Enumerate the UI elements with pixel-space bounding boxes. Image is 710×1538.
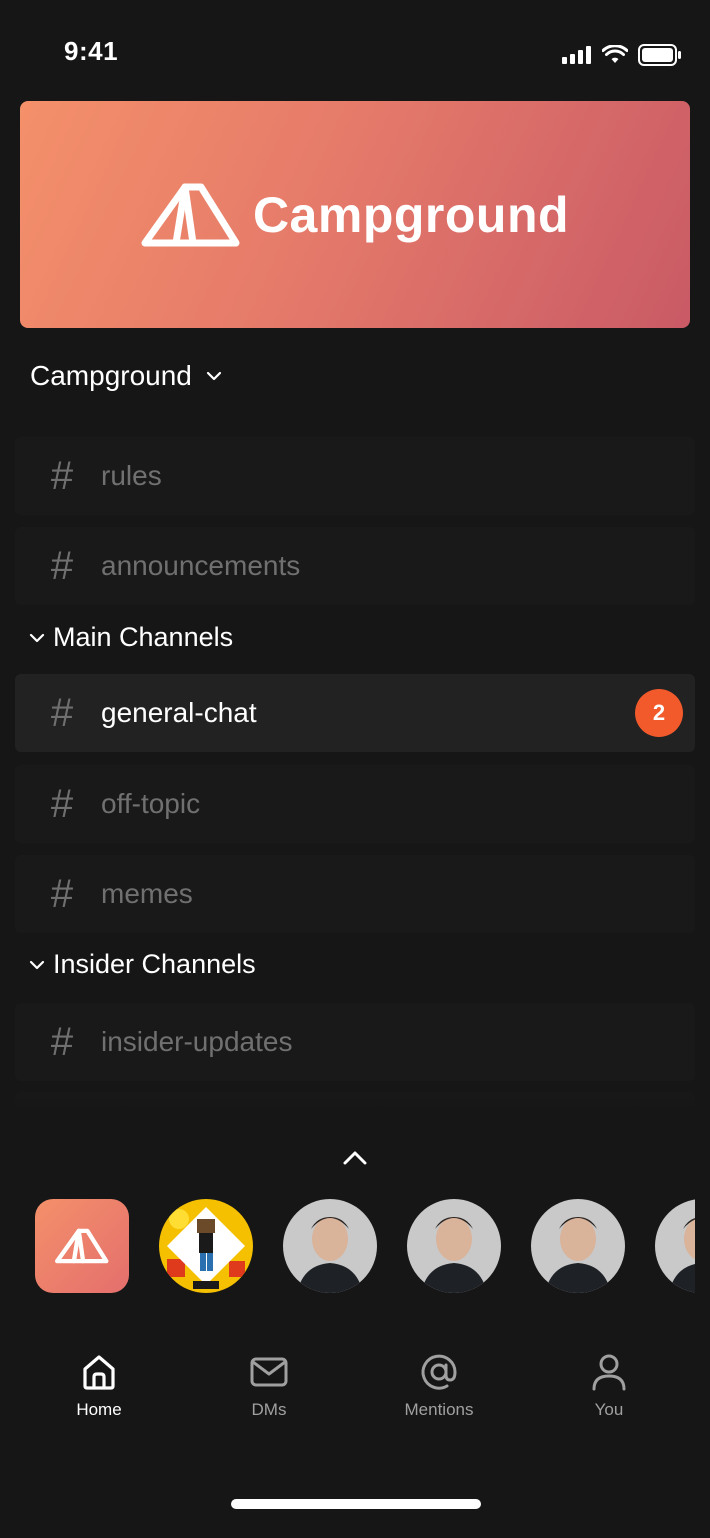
unread-badge: 2	[635, 689, 683, 737]
hash-icon: #	[50, 1020, 74, 1064]
tab-label: You	[594, 1400, 624, 1419]
chevron-up-icon[interactable]	[340, 1145, 370, 1169]
tab-home[interactable]: Home	[29, 1352, 169, 1420]
server-icon-user-1[interactable]	[283, 1199, 377, 1293]
tab-you[interactable]: You	[539, 1352, 679, 1420]
channel-name: announcements	[101, 550, 301, 581]
person-avatar-icon	[655, 1199, 695, 1293]
channel-off-topic[interactable]: # off-topic	[15, 765, 695, 843]
tab-label: DMs	[251, 1400, 287, 1419]
mail-icon	[250, 1357, 288, 1387]
server-icon-pixel-avatar[interactable]	[159, 1199, 253, 1293]
channel-name: rules	[101, 460, 162, 491]
channel-announcements[interactable]: # announcements	[15, 527, 695, 605]
hash-icon: #	[50, 872, 74, 916]
server-icon-campground[interactable]	[35, 1199, 129, 1293]
server-name-dropdown[interactable]: Campground	[30, 360, 222, 392]
section-title: Insider Channels	[53, 949, 256, 979]
tab-bar: Home DMs Mentions You	[0, 1352, 710, 1432]
chevron-down-icon	[29, 960, 45, 969]
tab-mentions[interactable]: Mentions	[369, 1352, 509, 1420]
channel-name: memes	[101, 878, 193, 909]
channel-name: off-topic	[101, 788, 201, 819]
user-icon	[592, 1354, 626, 1391]
wifi-icon	[602, 45, 628, 63]
status-icons	[562, 44, 682, 66]
server-name: Campground	[30, 360, 192, 391]
hash-icon: #	[50, 782, 74, 826]
server-switcher[interactable]	[35, 1199, 695, 1295]
tab-dms[interactable]: DMs	[199, 1352, 339, 1420]
cellular-signal-icon	[562, 46, 591, 64]
tab-label: Mentions	[404, 1400, 474, 1419]
server-icon-user-2[interactable]	[407, 1199, 501, 1293]
at-icon	[421, 1354, 457, 1390]
pixel-art-avatar-icon	[159, 1199, 253, 1293]
status-time: 9:41	[64, 36, 119, 66]
hash-icon: #	[50, 691, 74, 735]
chevron-down-icon	[206, 371, 221, 381]
battery-icon	[638, 44, 681, 66]
home-icon	[83, 1355, 115, 1390]
channel-list[interactable]: # rules # announcements Main Channels # …	[15, 437, 695, 1125]
tab-label: Home	[76, 1400, 122, 1419]
channel-memes[interactable]: # memes	[15, 855, 695, 933]
hash-icon: #	[50, 544, 74, 588]
server-banner: Campground	[20, 101, 690, 328]
person-avatar-icon	[531, 1199, 625, 1293]
channel-insider-updates[interactable]: # insider-updates	[15, 1003, 695, 1081]
server-icon-user-4[interactable]	[655, 1199, 695, 1293]
server-icon-user-3[interactable]	[531, 1199, 625, 1293]
section-main-channels[interactable]: Main Channels	[29, 622, 233, 653]
section-title: Main Channels	[53, 622, 234, 652]
list-fade	[15, 1077, 695, 1125]
chevron-down-icon	[29, 633, 45, 642]
channel-name: general-chat	[101, 697, 257, 728]
tent-icon	[141, 183, 240, 246]
home-indicator[interactable]	[231, 1499, 481, 1509]
channel-general-chat[interactable]: # general-chat 2	[15, 674, 695, 752]
app-screen: 9:41 Campground Campground # rules # ann…	[0, 0, 710, 1538]
tent-icon	[55, 1228, 109, 1264]
person-avatar-icon	[283, 1199, 377, 1293]
banner-logo-text: Campground	[252, 186, 570, 243]
section-insider-channels[interactable]: Insider Channels	[29, 949, 256, 980]
person-avatar-icon	[407, 1199, 501, 1293]
channel-rules[interactable]: # rules	[15, 437, 695, 515]
hash-icon: #	[50, 454, 74, 498]
channel-name: insider-updates	[101, 1026, 293, 1057]
